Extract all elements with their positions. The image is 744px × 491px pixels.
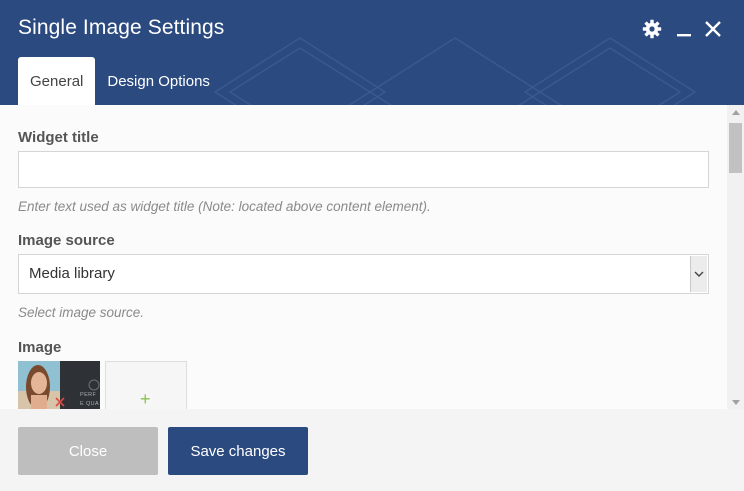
minimize-button[interactable] xyxy=(673,18,695,40)
settings-panel: Widget title Enter text used as widget t… xyxy=(0,105,744,409)
remove-image-button[interactable] xyxy=(54,395,66,407)
gear-icon xyxy=(642,19,662,39)
chevron-down-icon xyxy=(690,256,707,292)
image-thumbnail[interactable]: PERFE QUAL xyxy=(18,361,100,409)
scrollbar[interactable] xyxy=(727,105,744,409)
dialog-header: Single Image Settings General Design Opt… xyxy=(0,0,744,105)
tab-bar: General Design Options xyxy=(18,57,222,105)
plus-icon: + xyxy=(140,389,151,409)
image-source-label: Image source xyxy=(18,232,115,249)
single-image-settings-dialog: Single Image Settings General Design Opt… xyxy=(0,0,744,491)
tab-design-options[interactable]: Design Options xyxy=(95,57,222,105)
widget-title-help: Enter text used as widget title (Note: l… xyxy=(18,199,431,214)
image-source-value: Media library xyxy=(29,265,115,282)
remove-icon xyxy=(55,397,65,407)
scroll-down-arrow-icon[interactable] xyxy=(727,395,744,409)
widget-title-label: Widget title xyxy=(18,129,99,146)
tab-general[interactable]: General xyxy=(18,57,96,105)
save-changes-button[interactable]: Save changes xyxy=(168,427,308,475)
image-source-help: Select image source. xyxy=(18,305,145,320)
close-dialog-button[interactable] xyxy=(702,18,724,40)
image-source-select[interactable]: Media library xyxy=(18,254,709,294)
scroll-up-arrow-icon[interactable] xyxy=(727,105,744,119)
close-icon xyxy=(705,21,721,37)
dialog-footer: Close Save changes xyxy=(0,409,744,491)
dialog-title: Single Image Settings xyxy=(18,16,225,39)
settings-button[interactable] xyxy=(641,18,663,40)
add-image-button[interactable]: + xyxy=(105,361,187,409)
minimize-icon xyxy=(677,34,691,37)
image-label: Image xyxy=(18,339,62,356)
scrollbar-thumb[interactable] xyxy=(729,123,742,173)
widget-title-input[interactable] xyxy=(18,151,709,188)
close-button[interactable]: Close xyxy=(18,427,158,475)
thumbnail-caption: PERFE QUAL xyxy=(80,392,100,407)
